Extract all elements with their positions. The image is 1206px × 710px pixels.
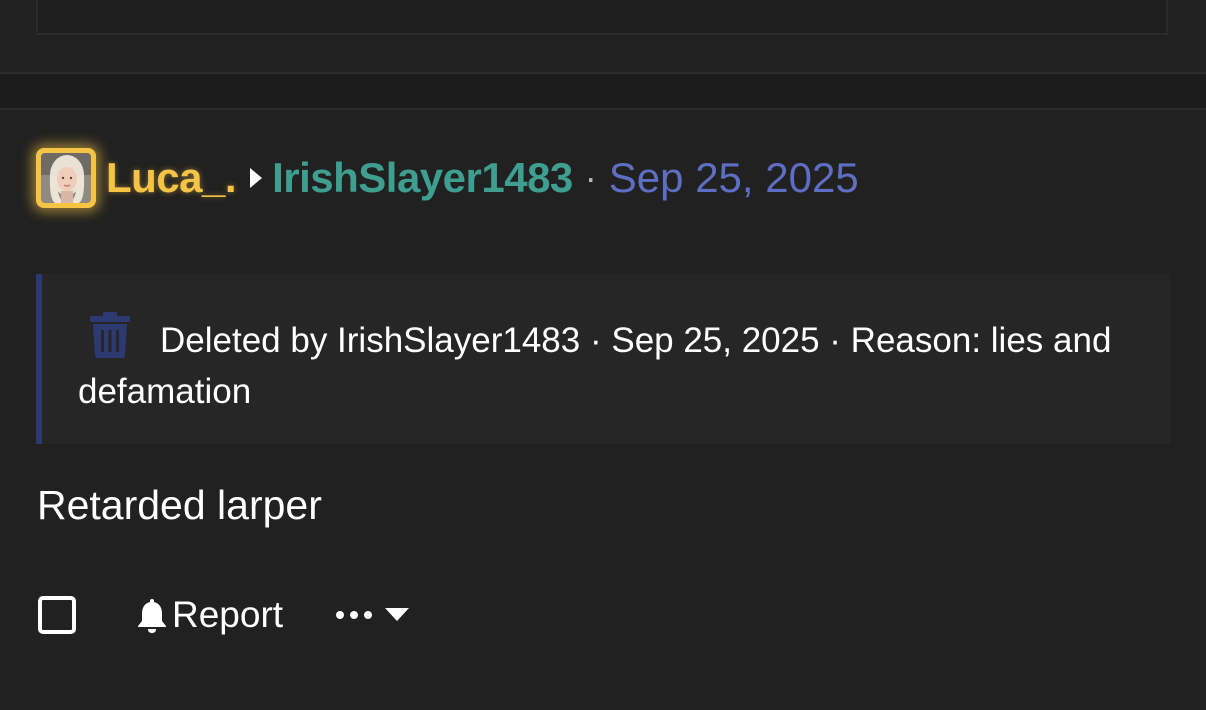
conversation-page: Luca_. IrishSlayer1483 · Sep 25, 2025 De… — [0, 0, 1206, 710]
post-header: Luca_. IrishSlayer1483 · Sep 25, 2025 — [36, 148, 859, 208]
caret-down-icon — [385, 608, 410, 621]
post-separator — [0, 72, 1206, 110]
bell-icon — [138, 599, 166, 633]
deleted-notice: Deleted by IrishSlayer1483 · Sep 25, 202… — [36, 274, 1170, 444]
avatar[interactable] — [36, 148, 96, 208]
previous-post — [36, 0, 1168, 35]
report-button[interactable]: Report — [136, 594, 283, 636]
checkbox-icon[interactable] — [38, 596, 76, 634]
report-label: Report — [172, 594, 284, 635]
message-body: Retarded larper — [37, 482, 322, 528]
recipient-name[interactable]: IrishSlayer1483 — [272, 154, 573, 202]
arrow-right-icon — [250, 168, 263, 188]
deleted-notice-text: Deleted by IrishSlayer1483 · Sep 25, 202… — [78, 321, 1112, 411]
avatar-image — [41, 153, 91, 203]
more-options-button[interactable] — [335, 608, 410, 622]
post-actions: Report — [38, 592, 410, 638]
post-date[interactable]: Sep 25, 2025 — [609, 154, 859, 202]
trash-icon — [90, 312, 130, 358]
header-separator: · — [584, 157, 597, 198]
author-name[interactable]: Luca_. — [106, 154, 237, 202]
ellipsis-icon — [336, 611, 373, 619]
